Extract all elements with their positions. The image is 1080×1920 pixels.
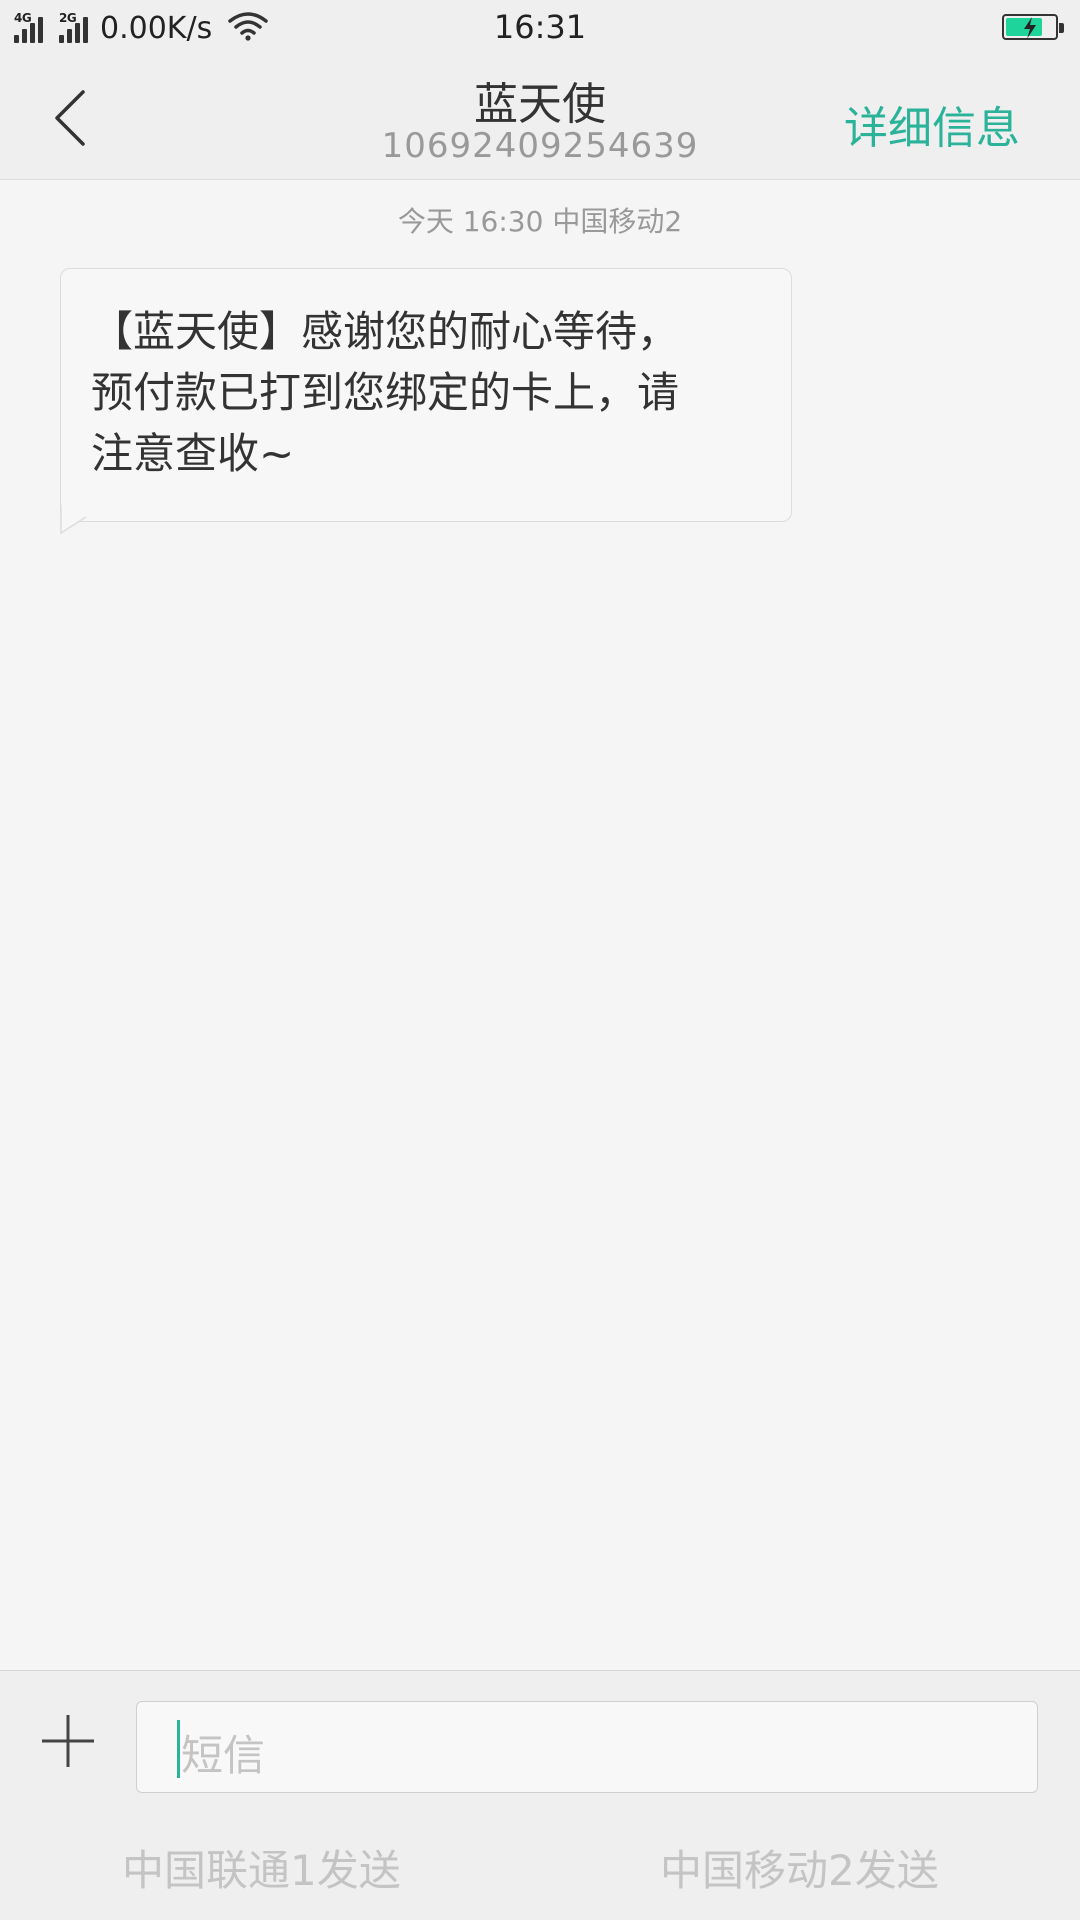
details-button[interactable]: 详细信息 <box>844 92 1020 156</box>
clock: 16:31 <box>493 8 587 46</box>
text-cursor <box>177 1720 180 1778</box>
bubble-tail <box>60 505 88 535</box>
message-line: 注意查收~ <box>91 429 295 478</box>
incoming-message-bubble[interactable]: 【蓝天使】感谢您的耐心等待， 预付款已打到您绑定的卡上，请 注意查收~ <box>60 268 792 522</box>
composer-bar: 短信 中国联通1发送 中国移动2发送 <box>0 1670 1080 1920</box>
messaging-screen: 4G 2G 0.00K/s 16:31 蓝天使 10692409254639 详… <box>0 0 1080 1920</box>
message-line: 【蓝天使】感谢您的耐心等待， <box>91 307 680 356</box>
battery-charging-icon <box>1002 14 1064 40</box>
message-line: 预付款已打到您绑定的卡上，请 <box>91 368 680 417</box>
sms-input-placeholder: 短信 <box>181 1731 266 1780</box>
message-timestamp: 今天 16:30 中国移动2 <box>397 205 683 238</box>
conversation-header: 蓝天使 10692409254639 详细信息 <box>0 56 1080 180</box>
status-bar: 4G 2G 0.00K/s 16:31 <box>0 0 1080 56</box>
sms-input[interactable]: 短信 <box>136 1701 1038 1793</box>
send-sim2-button[interactable]: 中国移动2发送 <box>660 1837 939 1898</box>
attach-button[interactable] <box>38 1711 98 1771</box>
plus-icon <box>42 1715 94 1767</box>
send-sim1-button[interactable]: 中国联通1发送 <box>122 1837 401 1898</box>
